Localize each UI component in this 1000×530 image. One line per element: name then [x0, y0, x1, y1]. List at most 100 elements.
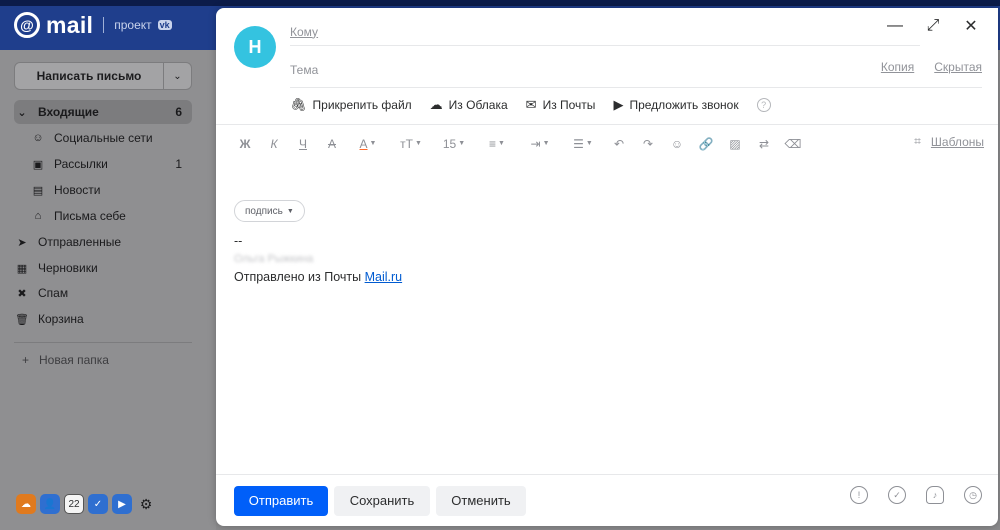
bcc-link[interactable]: Скрытая	[934, 60, 982, 74]
spam-icon: ✖	[17, 287, 27, 300]
expand-icon[interactable]: ⤢	[924, 16, 942, 36]
chevron-down-icon[interactable]: ⌄	[14, 104, 30, 120]
emoji-icon[interactable]: ☺	[664, 132, 690, 156]
minimize-icon[interactable]: —	[886, 16, 904, 36]
compose-dropdown-icon[interactable]: ⌄	[163, 63, 191, 89]
align-button[interactable]: ≡ ▼	[477, 132, 517, 156]
subject-input[interactable]	[290, 62, 982, 77]
chevron-down-icon: ▼	[369, 140, 377, 147]
suggest-call-label: Предложить звонок	[629, 98, 739, 112]
newsletter-icon: ▣	[32, 158, 44, 171]
bold-button[interactable]: Ж	[232, 132, 258, 156]
list-button[interactable]: ☰ ▼	[563, 132, 603, 156]
image-icon[interactable]: ▨	[722, 132, 748, 156]
translate-icon[interactable]: ⇄	[751, 132, 777, 156]
plus-icon: +	[22, 353, 30, 367]
sidebar-item-label: Новости	[54, 183, 101, 197]
video-camera-icon: ▶	[613, 97, 624, 112]
attach-row: 🖇 Прикрепить файл ☁ Из Облака ✉ Из Почты…	[290, 94, 771, 116]
undo-icon[interactable]: ↶	[606, 132, 632, 156]
templates-button[interactable]: ⌗ Шаблоны	[914, 134, 984, 149]
compose-button-label: Написать письмо	[36, 69, 142, 83]
cloud-app-icon[interactable]: ☁	[16, 494, 36, 514]
sidebar-item-news[interactable]: ▤ Новости	[30, 178, 192, 202]
to-label[interactable]: Кому	[290, 25, 318, 39]
font-size-select[interactable]: 15 ▼	[434, 132, 474, 156]
font-style-button[interactable]: тТ ▼	[391, 132, 431, 156]
attach-file-button[interactable]: 🖇 Прикрепить файл	[290, 97, 412, 113]
clear-format-icon[interactable]: ⌫	[780, 132, 806, 156]
strikethrough-button[interactable]: А	[319, 132, 345, 156]
trash-icon: 🗑	[15, 313, 29, 326]
new-folder-button[interactable]: + Новая папка	[22, 350, 109, 370]
tasks-app-icon[interactable]: ✓	[88, 494, 108, 514]
social-icon: ☺	[32, 132, 44, 144]
text-color-button[interactable]: А ▼	[348, 132, 388, 156]
compose-button[interactable]: Написать письмо ⌄	[14, 62, 192, 90]
message-body[interactable]: -- Ольга Рыжкина Отправлено из Почты Mai…	[234, 232, 402, 286]
footer-icons: ! ✓ ♪ ◷	[850, 486, 982, 504]
priority-icon[interactable]: !	[850, 486, 868, 504]
chevron-down-icon: ▼	[585, 140, 593, 147]
align-left-icon: ≡	[489, 136, 497, 151]
sidebar-item-label: Корзина	[38, 312, 84, 326]
redo-icon[interactable]: ↷	[635, 132, 661, 156]
contacts-app-icon[interactable]: 👤	[40, 494, 60, 514]
to-field[interactable]: Кому	[290, 18, 920, 46]
sidebar-item-inbox[interactable]: ⌄ Входящие 6	[14, 100, 192, 124]
send-button[interactable]: Отправить	[234, 485, 328, 516]
cloud-icon: ☁	[429, 97, 443, 112]
chevron-down-icon: ▼	[542, 140, 550, 147]
news-icon: ▤	[32, 184, 44, 197]
compose-window: Н Кому — ⤢ ✕ Копия Скрытая 🖇 Прикрепить …	[216, 8, 998, 526]
font-size-value: 15	[442, 136, 457, 151]
sidebar: Написать письмо ⌄ ⌄ Входящие 6 ☺ Социаль…	[0, 50, 216, 530]
settings-gear-icon[interactable]: ⚙	[136, 494, 156, 514]
chevron-down-icon: ▼	[498, 140, 505, 147]
logo-at-icon: @	[14, 12, 40, 38]
chevron-down-icon: ▼	[458, 140, 466, 147]
calendar-app-icon[interactable]: 22	[64, 494, 84, 514]
sidebar-item-trash[interactable]: 🗑 Корзина	[14, 307, 192, 331]
suggest-call-button[interactable]: ▶ Предложить звонок	[613, 97, 738, 113]
drafts-icon: ▦	[16, 262, 28, 275]
link-icon[interactable]: 🔗	[693, 132, 719, 156]
help-icon[interactable]: ?	[756, 98, 771, 112]
underline-button[interactable]: Ч	[290, 132, 316, 156]
sidebar-item-label: Черновики	[38, 261, 98, 275]
receipt-check-icon[interactable]: ✓	[888, 486, 906, 504]
sidebar-item-drafts[interactable]: ▦ Черновики	[14, 256, 192, 280]
video-call-app-icon[interactable]: ▶	[112, 494, 132, 514]
self-mail-icon: ⌂	[34, 210, 42, 222]
avatar: Н	[234, 26, 276, 68]
reminder-bell-icon[interactable]: ♪	[926, 486, 944, 504]
chevron-down-icon: ▼	[286, 207, 294, 215]
sidebar-item-label: Письма себе	[54, 209, 126, 223]
italic-button[interactable]: К	[261, 132, 287, 156]
cancel-button[interactable]: Отменить	[436, 485, 526, 516]
sent-from-text: Отправлено из Почты	[234, 270, 365, 284]
sidebar-item-sent[interactable]: ➤ Отправленные	[14, 230, 192, 254]
schedule-clock-icon[interactable]: ◷	[964, 486, 982, 504]
cc-link[interactable]: Копия	[881, 60, 914, 74]
attach-file-label: Прикрепить файл	[312, 98, 412, 112]
sidebar-item-self[interactable]: ⌂ Письма себе	[30, 204, 192, 228]
from-cloud-button[interactable]: ☁ Из Облака	[430, 97, 508, 113]
text-color-icon: А	[359, 136, 368, 151]
sidebar-item-social[interactable]: ☺ Социальные сети	[30, 126, 192, 150]
sidebar-item-spam[interactable]: ✖ Спам	[14, 281, 192, 305]
indent-button[interactable]: ⇥ ▼	[520, 132, 560, 156]
format-toolbar: Ж К Ч А А ▼ тТ ▼ 15 ▼ ≡ ▼ ⇥ ▼ ☰ ▼ ↶ ↷ ☺ 🔗 ▨ ⇄ …	[216, 124, 998, 162]
sidebar-item-newsletters[interactable]: ▣ Рассылки 1	[30, 152, 192, 176]
vk-badge-icon: vk	[157, 20, 172, 30]
mail-logo[interactable]: @ mail проект vk	[14, 12, 172, 38]
from-mail-button[interactable]: ✉ Из Почты	[526, 97, 596, 113]
save-button[interactable]: Сохранить	[334, 485, 430, 516]
cc-bcc-links: Копия Скрытая	[881, 60, 982, 74]
close-icon[interactable]: ✕	[962, 16, 980, 36]
sidebar-divider	[14, 342, 192, 343]
mailru-link[interactable]: Mail.ru	[365, 270, 403, 284]
signature-dashes: --	[234, 234, 243, 248]
signature-dropdown[interactable]: подпись ▼	[234, 200, 305, 222]
unread-count: 1	[175, 157, 182, 171]
